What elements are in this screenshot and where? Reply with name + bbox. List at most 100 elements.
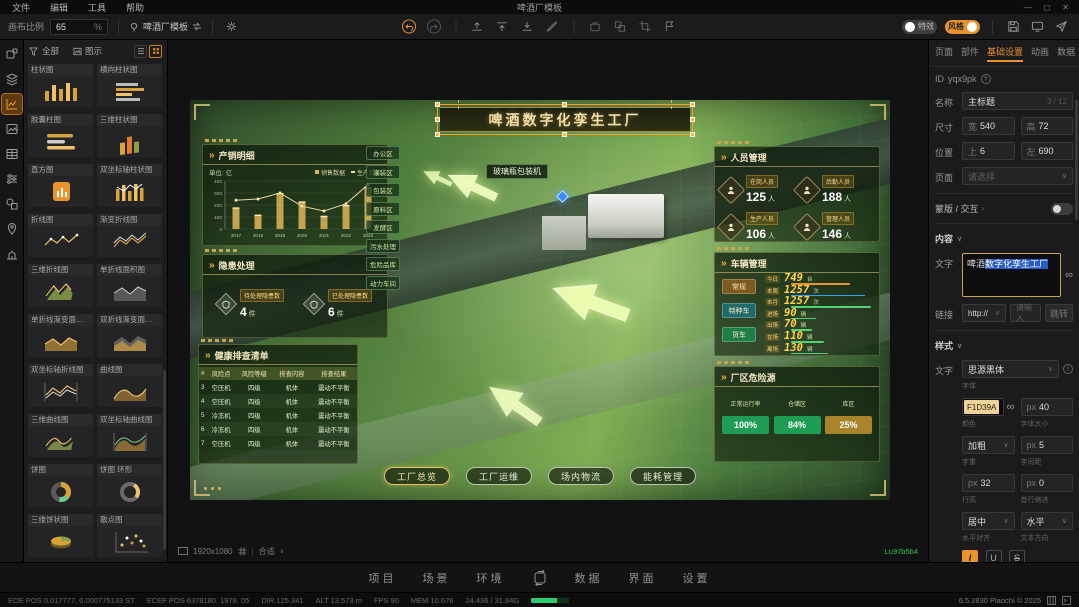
- settings-gear-icon[interactable]: [223, 19, 239, 35]
- widget-card-pie[interactable]: 饼图: [28, 464, 93, 507]
- bottom-tab-5[interactable]: 界面: [629, 570, 657, 586]
- widget-card-metric[interactable]: 直方图: [28, 164, 93, 207]
- menu-tools[interactable]: 工具: [88, 1, 106, 14]
- font-weight-select[interactable]: 加粗: [962, 436, 1015, 454]
- fit-dropdown[interactable]: 合适: [259, 546, 275, 557]
- table-row[interactable]: 6 冷冻机 四级 机体 震动不平衡: [199, 422, 357, 436]
- scene-nav-button[interactable]: 工厂总览: [383, 467, 450, 485]
- left-input[interactable]: 左 690: [1020, 142, 1073, 160]
- scene-nav-button[interactable]: 场内物流: [548, 467, 615, 485]
- machine-label[interactable]: 玻璃瓶包装机: [486, 164, 548, 179]
- widget-card-garea2[interactable]: 双折线渐变面积图: [97, 314, 162, 357]
- widget-scrollbar[interactable]: [163, 370, 166, 550]
- widget-card-hbars[interactable]: 横向柱状图: [97, 64, 162, 107]
- font-color-input[interactable]: F1D39A: [962, 398, 1004, 416]
- zone-tag[interactable]: 动力车间: [366, 275, 400, 290]
- layers-icon[interactable]: [2, 69, 22, 89]
- text-indent-input[interactable]: px 0: [1020, 474, 1073, 492]
- scene-nav-button[interactable]: 工厂运维: [465, 467, 532, 485]
- view-switch-icon[interactable]: [531, 569, 549, 587]
- menu-help[interactable]: 帮助: [126, 1, 144, 14]
- widget-card-bars[interactable]: 柱状图: [28, 64, 93, 107]
- template-selector[interactable]: 啤酒厂模板: [129, 20, 202, 33]
- bottom-tab-4[interactable]: 数据: [575, 570, 603, 586]
- underline-button[interactable]: U: [985, 550, 1002, 562]
- grid-icon[interactable]: [238, 547, 247, 556]
- menu-edit[interactable]: 编辑: [50, 1, 68, 14]
- properties-tab[interactable]: 数据: [1057, 45, 1075, 62]
- italic-button[interactable]: I: [962, 550, 978, 562]
- charts-icon[interactable]: [0, 93, 23, 115]
- height-input[interactable]: 高 72: [1020, 117, 1073, 135]
- component-frame-icon[interactable]: [587, 19, 603, 35]
- bottom-tab-2[interactable]: 场景: [423, 570, 451, 586]
- minimize-icon[interactable]: ―: [1024, 3, 1032, 12]
- zone-tag[interactable]: 原料区: [366, 201, 400, 216]
- bottom-tab-6[interactable]: 设置: [683, 570, 711, 586]
- widget-card-dualbars[interactable]: 双坐标轴柱状图: [97, 164, 162, 207]
- marker-pin-icon[interactable]: [2, 219, 22, 239]
- widget-card-bars3d[interactable]: 三维柱状图: [97, 114, 162, 157]
- widget-card-scatter[interactable]: 散点图: [97, 514, 162, 557]
- vehicle-tag-button[interactable]: 货车: [722, 327, 756, 342]
- font-size-input[interactable]: px 40: [1020, 398, 1073, 416]
- lower-layer-icon[interactable]: [519, 19, 535, 35]
- view-label-group[interactable]: 图示: [73, 45, 102, 57]
- save-icon[interactable]: [1005, 19, 1021, 35]
- width-input[interactable]: 宽 540: [962, 117, 1015, 135]
- widget-card-line3d[interactable]: 三维折线图: [28, 264, 93, 307]
- horizontal-align-select[interactable]: 居中: [962, 512, 1015, 530]
- link-jump-button[interactable]: 跳转: [1045, 304, 1073, 322]
- main-title-banner[interactable]: 啤酒数字化孪生工厂: [440, 107, 690, 132]
- mask-toggle[interactable]: [1051, 202, 1073, 215]
- widget-card-dualline[interactable]: 双坐标轴折线图: [28, 364, 93, 407]
- canvas-scale-input[interactable]: 65 %: [50, 18, 109, 35]
- help-icon[interactable]: ?: [980, 74, 991, 84]
- widget-card-donut[interactable]: 饼图 环形: [97, 464, 162, 507]
- menu-file[interactable]: 文件: [12, 1, 30, 14]
- list-view-icon[interactable]: [134, 44, 147, 58]
- top-input[interactable]: 上6: [962, 142, 1015, 160]
- widget-card-garea[interactable]: 单折线渐变面积图: [28, 314, 93, 357]
- table-row[interactable]: 3 空压机 四级 机体 震动不平衡: [199, 380, 357, 394]
- zone-tag[interactable]: 办公区: [366, 146, 400, 160]
- crop-icon[interactable]: [637, 19, 653, 35]
- letter-spacing-input[interactable]: px 5: [1020, 436, 1073, 454]
- maximize-icon[interactable]: ◻: [1044, 3, 1051, 12]
- status-grid-icon[interactable]: [1047, 595, 1056, 605]
- zone-tag[interactable]: 发酵区: [366, 220, 400, 234]
- content-section-header[interactable]: 内容: [935, 232, 1073, 245]
- widget-card-gline[interactable]: 渐变折线图: [97, 214, 162, 257]
- text-direction-select[interactable]: 水平: [1020, 512, 1073, 530]
- text-content-input[interactable]: 啤酒数字化孪生工厂: [962, 253, 1062, 297]
- link-protocol-select[interactable]: http://: [962, 304, 1006, 322]
- info-icon[interactable]: !: [1063, 364, 1073, 374]
- filter-icon[interactable]: [29, 46, 38, 56]
- line-height-input[interactable]: px 32: [962, 474, 1015, 492]
- widget-card-curve[interactable]: 曲线图: [97, 364, 162, 407]
- filter-all-dropdown[interactable]: 全部: [42, 45, 59, 57]
- style-toggle[interactable]: 风格: [945, 19, 980, 34]
- widget-card-dualcurve[interactable]: 双坐标轴曲线图: [97, 414, 162, 457]
- widget-card-capsule[interactable]: 胶囊柱图: [28, 114, 93, 157]
- font-family-select[interactable]: 思源黑体: [962, 360, 1059, 378]
- widget-card-curve3d[interactable]: 三维曲线图: [28, 414, 93, 457]
- measure-icon[interactable]: [544, 19, 560, 35]
- zone-tag[interactable]: 污水处理: [366, 238, 400, 253]
- components-icon[interactable]: [2, 44, 22, 64]
- media-icon[interactable]: [2, 119, 22, 139]
- swap-icon[interactable]: [192, 22, 202, 31]
- undo-icon[interactable]: [401, 19, 417, 35]
- group-icon[interactable]: [612, 19, 628, 35]
- widget-card-line[interactable]: 折线图: [28, 214, 93, 257]
- style-section-header[interactable]: 样式: [935, 339, 1073, 352]
- properties-tab[interactable]: 动画: [1031, 45, 1049, 62]
- strikethrough-button[interactable]: S: [1009, 550, 1026, 562]
- vehicle-tag-button[interactable]: 特种车: [722, 303, 756, 318]
- zone-tag[interactable]: 灌装区: [366, 164, 400, 179]
- widget-card-pie3d[interactable]: 三维饼状图: [28, 514, 93, 557]
- table-row[interactable]: 4 空压机 四级 机体 震动不平衡: [199, 394, 357, 408]
- scene-nav-button[interactable]: 能耗管理: [630, 467, 697, 485]
- flag-icon[interactable]: [662, 19, 678, 35]
- vehicle-tag-button[interactable]: 常规: [722, 279, 756, 294]
